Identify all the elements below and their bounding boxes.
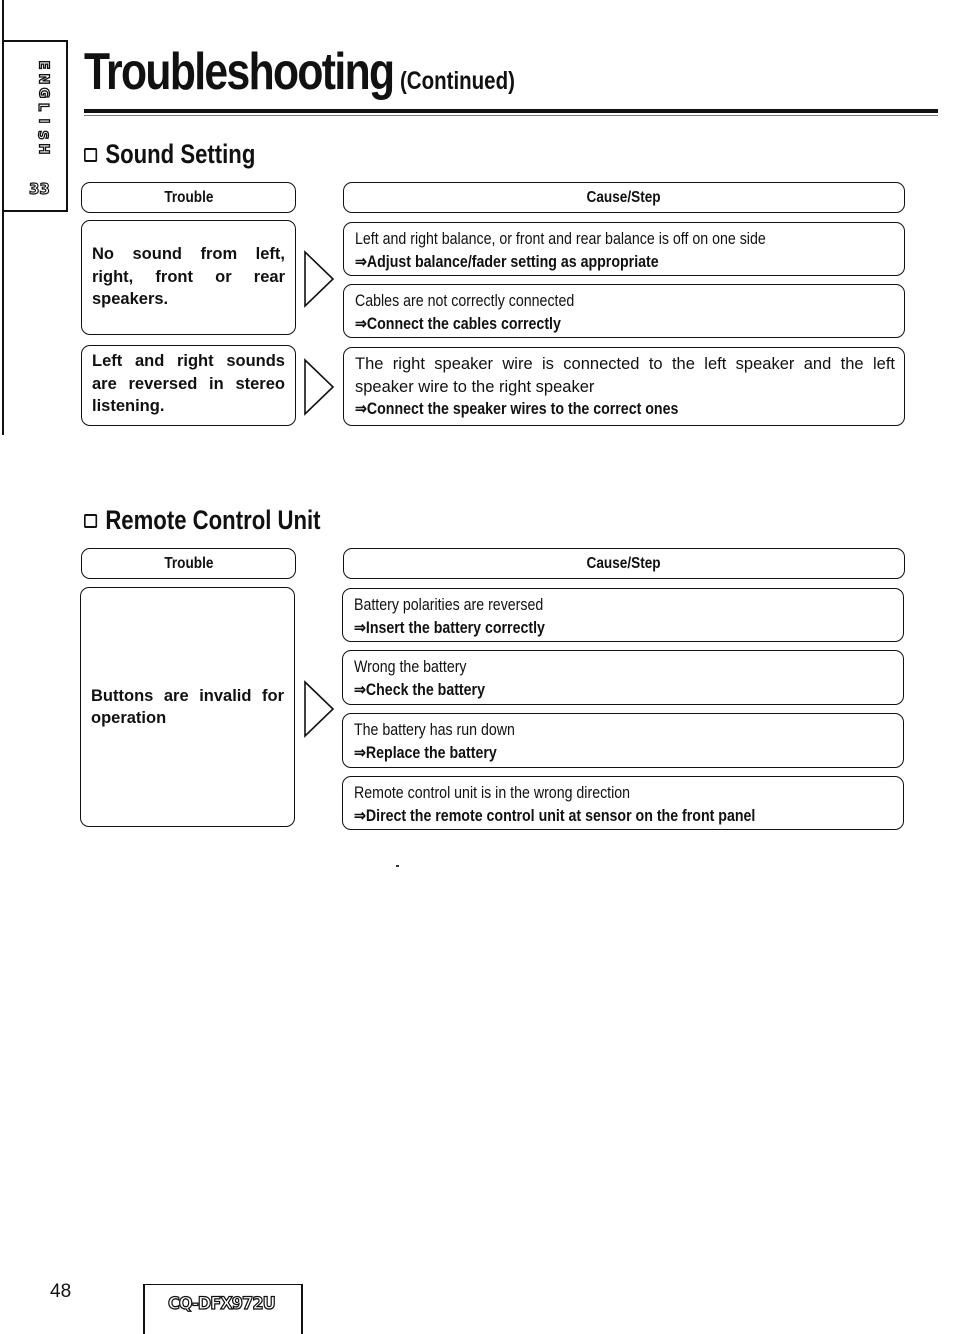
language-letter: G [34,87,50,99]
section-heading-sound-setting: Sound Setting [84,139,255,170]
page-title: Troubleshooting (Continued) [84,40,515,113]
section-heading-text: Remote Control Unit [105,505,321,535]
language-letter: N [34,73,50,85]
cause-text: Battery polarities are reversed [354,596,544,614]
cause-step-cell: Battery polarities are reversed ⇒Insert … [342,588,904,642]
cause-step-cell: Wrong the battery ⇒Check the battery [342,650,904,705]
step-text: ⇒Replace the battery [354,743,497,762]
section-heading-text: Sound Setting [105,139,256,169]
language-label: E N G L I S H [30,58,54,156]
trouble-text: Left and right sounds are reversed in st… [92,352,285,415]
page-title-continued: (Continued) [399,67,515,95]
checkbox-square-icon [84,147,98,162]
arrow-right-icon [304,680,335,738]
language-letter: S [34,130,50,141]
arrow-right-icon [304,358,335,416]
cause-step-cell: The battery has run down ⇒Replace the ba… [342,713,904,768]
step-text: ⇒Insert the battery correctly [354,618,545,637]
column-header-cause-step: Cause/Step [343,548,905,579]
cause-text: Left and right balance, or front and rea… [355,230,766,248]
language-letter: L [34,102,50,112]
trouble-cell: No sound from left, right, front or rear… [81,220,296,335]
title-rule-thin [84,115,938,116]
column-header-trouble: Trouble [81,548,296,579]
column-header-label: Trouble [163,188,214,206]
cause-text: The right speaker wire is connected to t… [355,355,895,396]
step-text: ⇒Connect the cables correctly [355,314,561,333]
section-number: 33 [28,179,50,198]
cause-step-cell: Remote control unit is in the wrong dire… [342,776,904,830]
section-heading-remote-control-unit: Remote Control Unit [84,505,321,536]
step-text: ⇒Direct the remote control unit at senso… [354,806,756,825]
trouble-text: No sound from left, right, front or rear… [92,245,285,308]
column-header-cause-step: Cause/Step [343,182,905,213]
language-letter: H [34,143,50,155]
language-letter: E [34,60,50,70]
column-header-label: Trouble [163,554,214,572]
title-rule [84,109,938,113]
cause-text: Cables are not correctly connected [355,292,575,310]
step-text: ⇒Connect the speaker wires to the correc… [355,400,679,418]
page-title-main: Troubleshooting [84,43,395,101]
column-header-label: Cause/Step [586,188,662,206]
cause-step-cell: The right speaker wire is connected to t… [343,347,905,426]
checkbox-square-icon [84,513,98,528]
column-header-label: Cause/Step [586,554,662,572]
cause-text: The battery has run down [354,721,515,739]
cause-text: Wrong the battery [354,658,467,676]
trouble-cell: Buttons are invalid for operation [80,587,295,827]
model-number: CQ-DFX972U [167,1293,276,1314]
page-number: 48 [50,1281,72,1302]
language-letter: I [34,118,50,124]
arrow-right-icon [304,250,335,308]
cause-step-cell: Left and right balance, or front and rea… [343,222,905,276]
trouble-text: Buttons are invalid for operation [91,686,284,728]
column-header-trouble: Trouble [81,182,296,213]
trouble-cell: Left and right sounds are reversed in st… [81,345,296,426]
step-text: ⇒Check the battery [354,680,485,699]
step-text: ⇒Adjust balance/fader setting as appropr… [355,252,659,271]
cause-text: Remote control unit is in the wrong dire… [354,784,631,802]
cause-step-cell: Cables are not correctly connected ⇒Conn… [343,284,905,338]
print-speck [396,865,399,867]
